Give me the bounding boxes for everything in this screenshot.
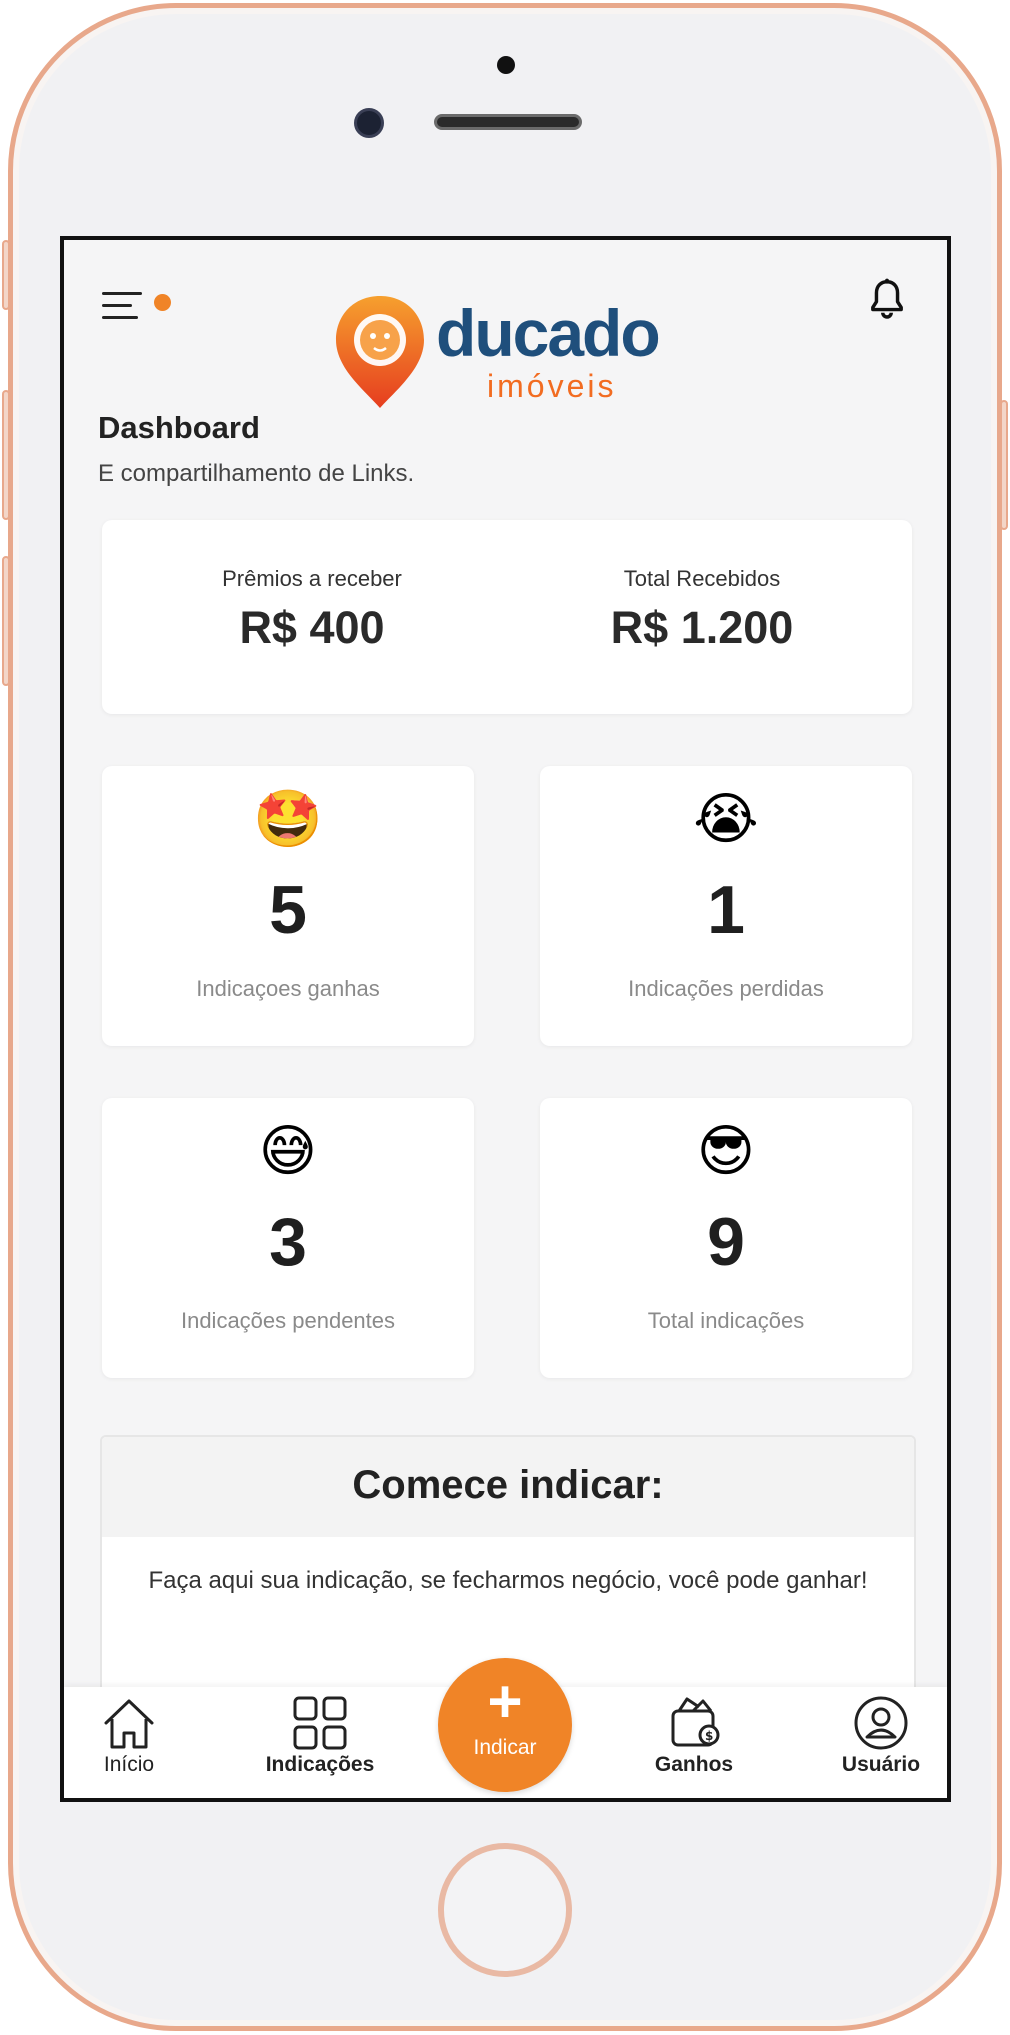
volume-up-button — [2, 390, 10, 520]
home-button[interactable] — [438, 1843, 572, 1977]
lion-pin-logo-icon — [336, 296, 424, 408]
stat-label: Total indicações — [647, 1308, 805, 1333]
total-received: Total Recebidos R$ 1.200 — [552, 566, 852, 654]
stat-value: 5 — [269, 872, 307, 948]
plus-icon: + — [487, 1668, 523, 1735]
stat-card-pending[interactable]: 😅 3 Indicações pendentes — [102, 1098, 474, 1378]
notification-dot — [154, 294, 171, 311]
earnings-summary-card: Prêmios a receber R$ 400 Total Recebidos… — [102, 520, 912, 714]
mute-switch — [2, 240, 10, 310]
front-camera-icon — [354, 108, 384, 138]
total-received-value: R$ 1.200 — [610, 602, 794, 653]
nav-referrals-label: Indicações — [265, 1753, 375, 1776]
page-subtitle: E compartilhamento de Links. — [98, 460, 415, 487]
menu-icon — [102, 292, 142, 295]
svg-text:$: $ — [705, 1729, 713, 1743]
sweat-smile-emoji-icon: 😅 — [258, 1119, 318, 1182]
nav-earnings[interactable]: $ Ganhos — [629, 1695, 759, 1777]
stat-value: 3 — [269, 1204, 307, 1280]
brand-name: ducado — [436, 296, 661, 370]
stat-card-won[interactable]: 🤩 5 Indicaçoes ganhas — [102, 766, 474, 1046]
power-button — [1000, 400, 1008, 530]
stat-card-lost[interactable]: 😭 1 Indicações perdidas — [540, 766, 912, 1046]
start-referring-text: Faça aqui sua indicação, se fecharmos ne… — [148, 1567, 868, 1594]
total-received-label: Total Recebidos — [623, 566, 781, 591]
proximity-sensor — [497, 56, 515, 74]
notifications-button[interactable] — [864, 276, 914, 326]
wallet-money-icon: $ — [671, 1697, 720, 1747]
stat-card-total[interactable]: 😎 9 Total indicações — [540, 1098, 912, 1378]
nav-user[interactable]: Usuário — [816, 1695, 946, 1777]
nav-home-label: Início — [103, 1753, 155, 1776]
stat-label: Indicações pendentes — [180, 1308, 396, 1333]
prizes-to-receive: Prêmios a receber R$ 400 — [162, 566, 462, 654]
volume-down-button — [2, 556, 10, 686]
sunglasses-emoji-icon: 😎 — [696, 1119, 756, 1182]
prizes-to-receive-value: R$ 400 — [239, 602, 385, 653]
stat-label: Indicaçoes ganhas — [196, 976, 380, 1001]
refer-fab-label: Indicar — [473, 1736, 537, 1759]
stat-value: 1 — [707, 872, 745, 948]
start-referring-title: Comece indicar: — [102, 1437, 914, 1537]
bell-icon — [871, 278, 903, 319]
menu-button[interactable] — [102, 284, 171, 324]
brand-logo: ducado imóveis — [332, 292, 692, 412]
nav-home[interactable]: Início — [64, 1695, 194, 1777]
page-title: Dashboard — [98, 410, 260, 445]
home-icon — [104, 1699, 154, 1749]
stat-label: Indicações perdidas — [628, 976, 824, 1001]
crying-emoji-icon: 😭 — [693, 787, 759, 850]
app-screen: ducado imóveis Dashboard E compartilhame… — [60, 236, 951, 1802]
star-struck-emoji-icon: 🤩 — [253, 787, 323, 850]
grid-icon — [293, 1696, 347, 1750]
nav-earnings-label: Ganhos — [654, 1753, 734, 1776]
stat-value: 9 — [707, 1204, 745, 1280]
user-icon — [854, 1696, 908, 1750]
refer-fab-button[interactable]: + Indicar — [438, 1658, 572, 1792]
brand-subtitle: imóveis — [487, 368, 617, 404]
nav-user-label: Usuário — [841, 1753, 921, 1776]
prizes-to-receive-label: Prêmios a receber — [222, 566, 402, 591]
nav-referrals[interactable]: Indicações — [254, 1695, 386, 1777]
earpiece-speaker — [434, 114, 582, 130]
